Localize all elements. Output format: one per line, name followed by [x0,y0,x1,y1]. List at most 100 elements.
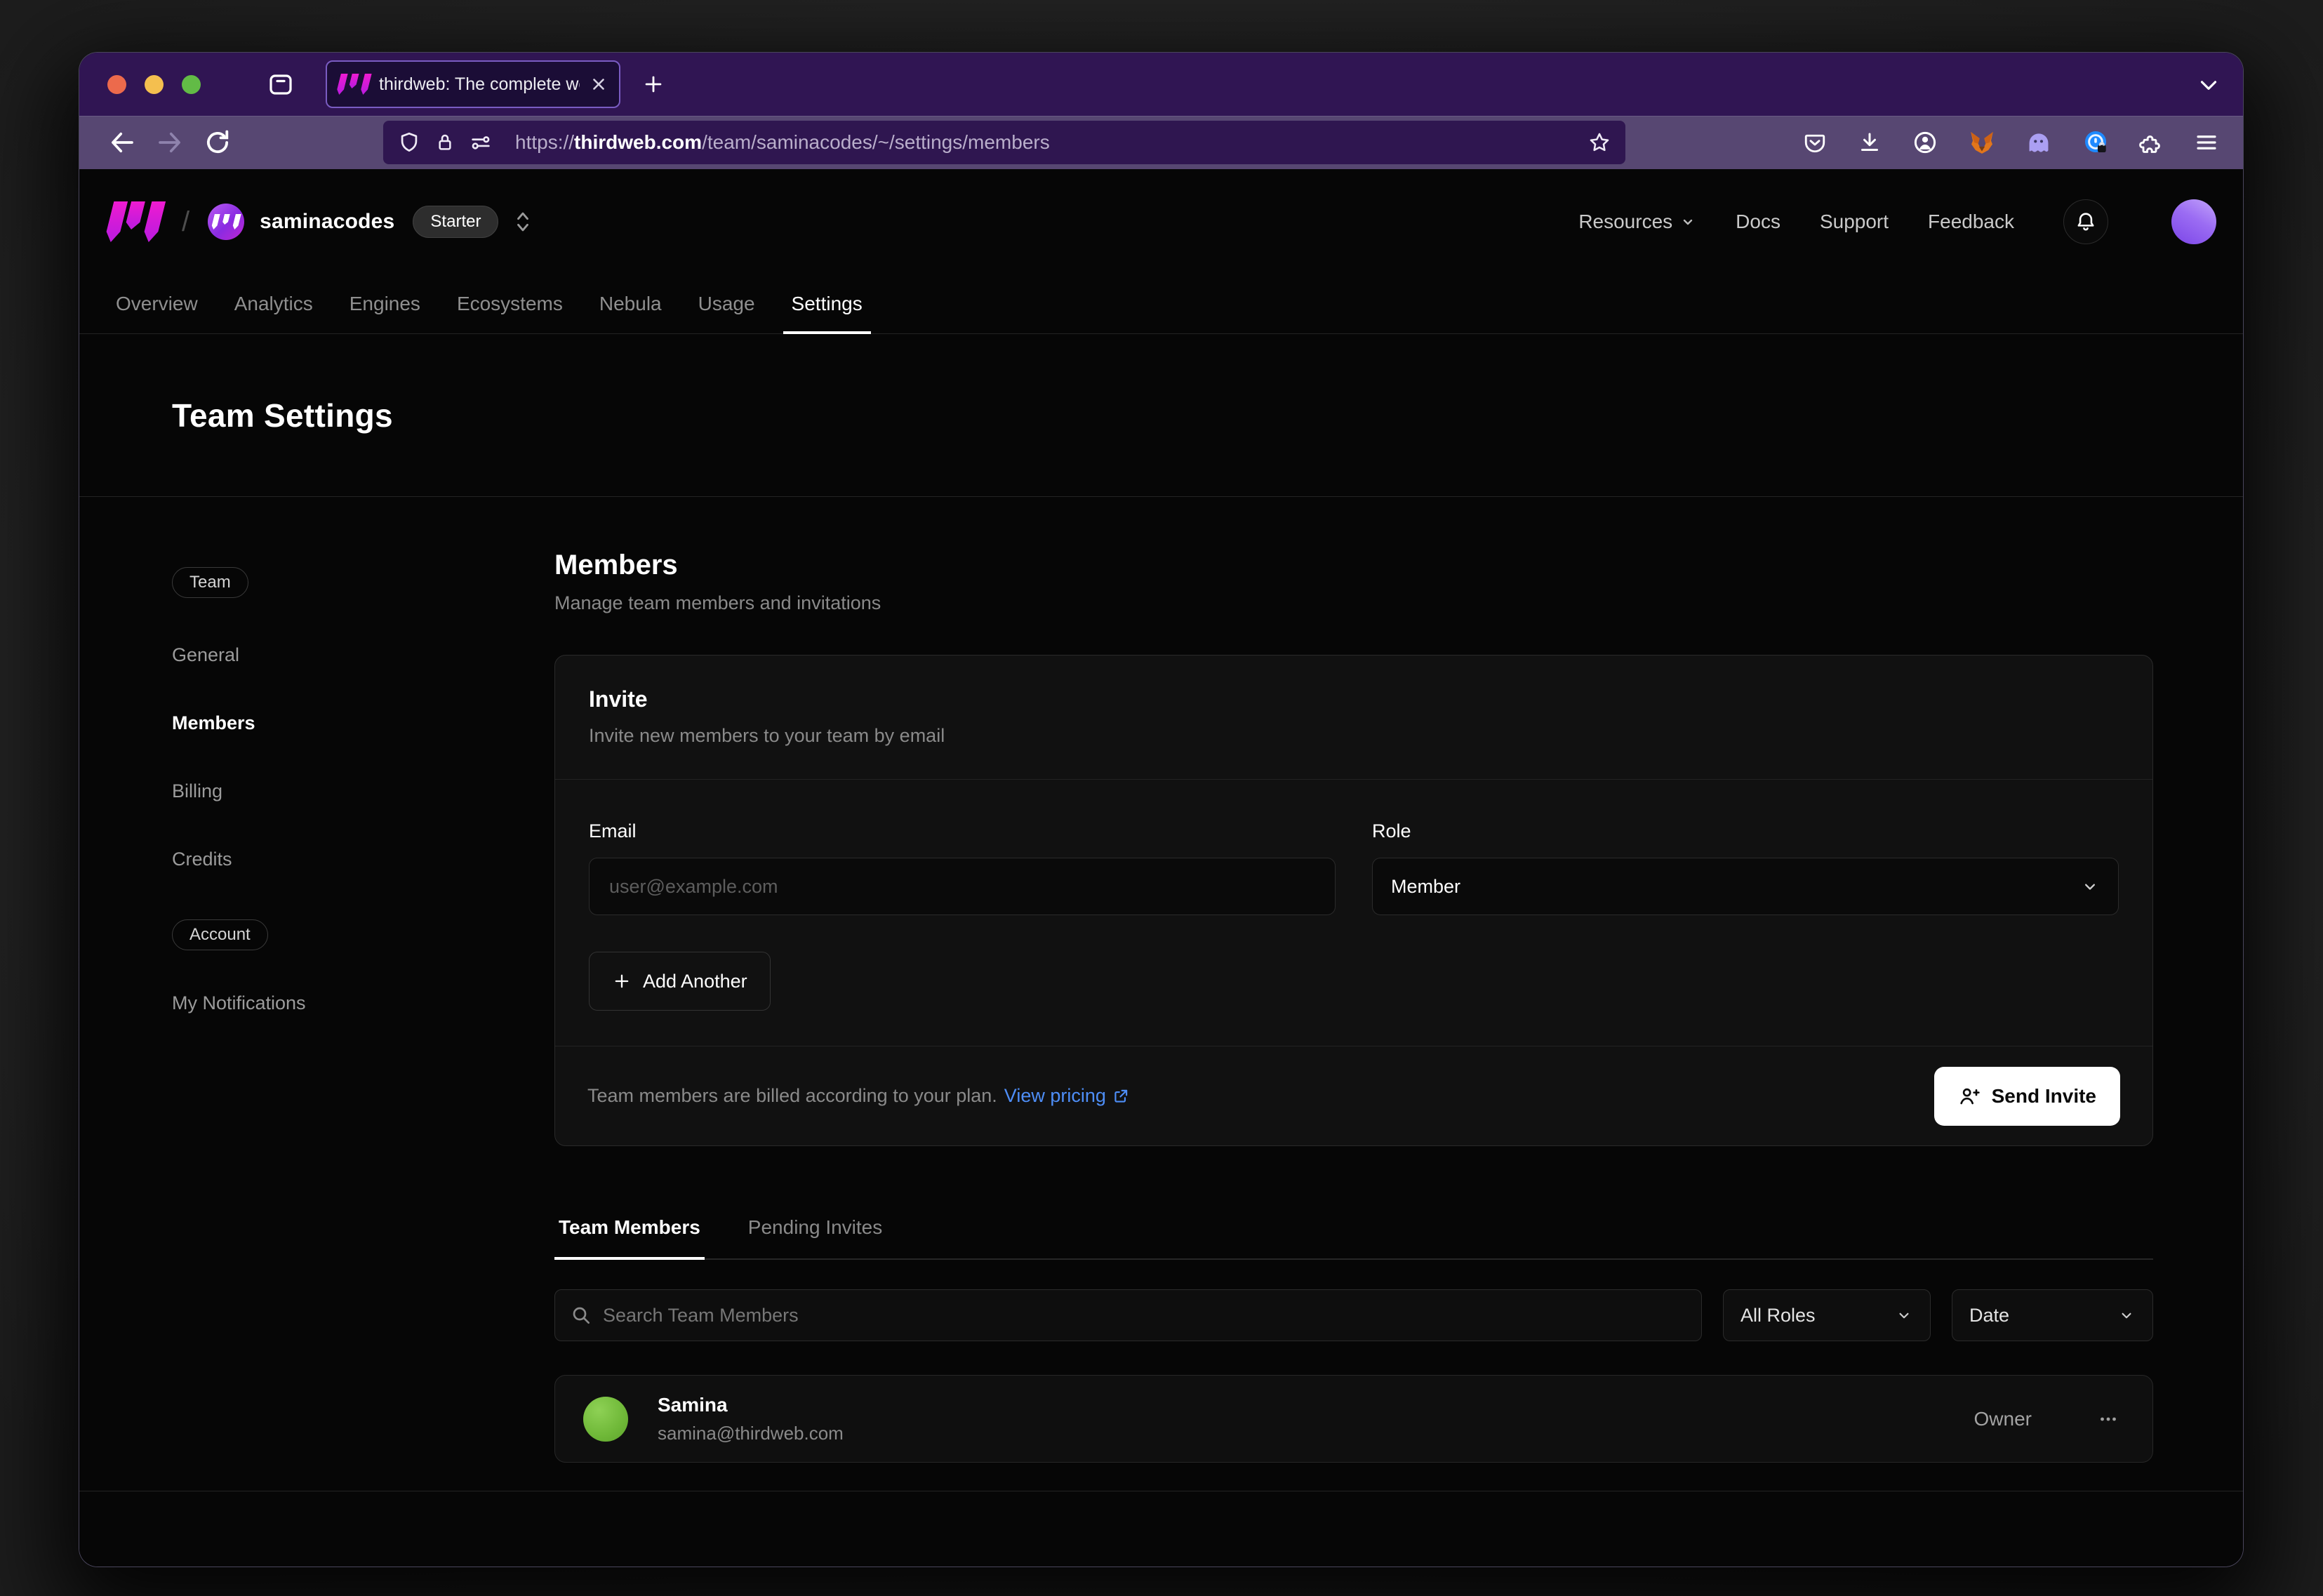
billing-note: Team members are billed according to you… [587,1085,1130,1107]
team-avatar-logo [213,214,239,230]
member-list-tabs: Team Members Pending Invites [554,1216,2153,1260]
invite-card: Invite Invite new members to your team b… [554,655,2153,1146]
tab-nebula[interactable]: Nebula [581,274,680,333]
maximize-window-button[interactable] [182,75,201,94]
tab-list-chevron-icon[interactable] [2195,71,2222,98]
tab-engines[interactable]: Engines [331,274,439,333]
member-row: Samina samina@thirdweb.com Owner [554,1375,2153,1463]
view-pricing-link[interactable]: View pricing [1004,1085,1130,1107]
member-name: Samina [658,1394,844,1416]
section-subtitle: Manage team members and invitations [554,592,2153,614]
member-email: samina@thirdweb.com [658,1423,844,1444]
onepassword-icon[interactable] [2082,128,2110,157]
account-icon[interactable] [1912,129,1938,156]
date-filter-select[interactable]: Date [1952,1289,2153,1341]
support-link[interactable]: Support [1820,211,1889,233]
browser-tab[interactable]: thirdweb: The complete web3 d [326,60,620,108]
email-label: Email [589,820,1336,842]
settings-sidebar: Team General Members Billing Credits Acc… [79,497,554,1491]
reload-icon[interactable] [203,128,232,157]
member-role: Owner [1974,1408,2032,1430]
members-section: Members Manage team members and invitati… [554,497,2153,1491]
search-input[interactable] [554,1289,1702,1341]
sidebar-item-my-notifications[interactable]: My Notifications [172,987,554,1020]
plan-badge: Starter [413,206,498,238]
add-another-button[interactable]: Add Another [589,952,771,1011]
chevron-down-icon [2117,1306,2136,1324]
window-controls [107,75,201,94]
browser-toolbar: https://thirdweb.com/team/saminacodes/~/… [79,116,2243,169]
roles-filter-value: All Roles [1740,1305,1816,1326]
send-invite-button[interactable]: Send Invite [1934,1067,2120,1126]
sidebar-group-account: Account [172,919,268,950]
chevron-down-icon [2080,877,2100,896]
close-tab-icon[interactable] [590,75,608,93]
team-avatar[interactable] [208,204,244,240]
tab-settings[interactable]: Settings [773,274,881,333]
resources-menu[interactable]: Resources [1578,211,1696,233]
team-switcher-icon[interactable] [514,210,532,234]
page-title: Team Settings [172,397,393,434]
sidebar-group-team: Team [172,567,248,598]
tracking-shield-icon[interactable] [397,131,421,154]
browser-window: thirdweb: The complete web3 d [79,53,2243,1567]
roles-filter-select[interactable]: All Roles [1723,1289,1931,1341]
role-select-value: Member [1391,876,1460,898]
user-plus-icon [1958,1085,1981,1108]
extensions-puzzle-icon[interactable] [2139,130,2164,155]
email-field[interactable] [589,858,1336,915]
metamask-icon[interactable] [1968,128,1996,157]
feedback-link[interactable]: Feedback [1928,211,2014,233]
tab-title: thirdweb: The complete web3 d [379,74,580,95]
menu-hamburger-icon[interactable] [2194,130,2219,155]
date-filter-value: Date [1969,1305,2009,1326]
member-actions-menu-icon[interactable] [2092,1403,2124,1435]
browser-tab-bar: thirdweb: The complete web3 d [79,53,2243,116]
plus-icon [612,971,632,991]
tab-pending-invites[interactable]: Pending Invites [744,1216,886,1258]
sidebar-item-general[interactable]: General [172,639,554,672]
forward-icon[interactable] [155,128,185,157]
firefox-view-icon[interactable] [265,69,296,100]
permissions-icon[interactable] [469,131,493,154]
tab-team-members[interactable]: Team Members [554,1216,705,1258]
app-nav-tabs: Overview Analytics Engines Ecosystems Ne… [79,274,2243,334]
thirdweb-logo[interactable] [109,201,161,242]
role-label: Role [1372,820,2119,842]
close-window-button[interactable] [107,75,126,94]
url-text: https://thirdweb.com/team/saminacodes/~/… [515,131,1575,154]
bookmark-star-icon[interactable] [1588,131,1611,154]
docs-link[interactable]: Docs [1736,211,1780,233]
minimize-window-button[interactable] [145,75,164,94]
chevron-down-icon [1895,1306,1913,1324]
tab-ecosystems[interactable]: Ecosystems [439,274,581,333]
tab-analytics[interactable]: Analytics [216,274,331,333]
tab-overview[interactable]: Overview [98,274,216,333]
page-header: Team Settings [79,334,2243,497]
member-avatar [583,1397,628,1442]
sidebar-item-credits[interactable]: Credits [172,843,554,876]
notifications-bell-icon[interactable] [2063,199,2108,244]
invite-subtitle: Invite new members to your team by email [589,725,2119,747]
thirdweb-favicon [338,74,369,95]
invite-title: Invite [589,686,2119,712]
downloads-icon[interactable] [1857,130,1882,155]
page-content: / saminacodes Starter Resources Docs Sup… [79,169,2243,1567]
sidebar-item-billing[interactable]: Billing [172,775,554,808]
sidebar-item-members[interactable]: Members [172,707,554,740]
new-tab-button[interactable] [641,72,665,96]
filter-row: All Roles Date [554,1289,2153,1341]
user-avatar[interactable] [2171,199,2216,244]
team-name[interactable]: saminacodes [260,210,394,234]
tab-usage[interactable]: Usage [680,274,773,333]
back-icon[interactable] [107,128,137,157]
section-title: Members [554,550,2153,581]
lock-icon[interactable] [434,131,456,154]
app-header: / saminacodes Starter Resources Docs Sup… [79,169,2243,274]
role-select[interactable]: Member [1372,858,2119,915]
search-icon [570,1304,592,1326]
pocket-icon[interactable] [1802,130,1828,155]
phantom-icon[interactable] [2025,129,2052,156]
breadcrumb-slash: / [182,206,189,238]
url-bar[interactable]: https://thirdweb.com/team/saminacodes/~/… [383,121,1625,164]
